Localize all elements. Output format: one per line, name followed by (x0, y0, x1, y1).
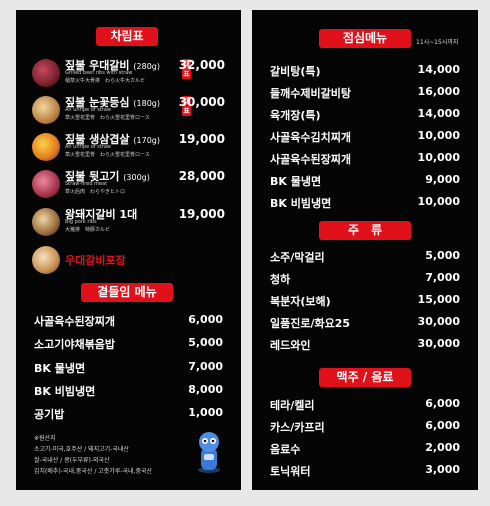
lunch-item-price: 14,000 (417, 107, 460, 120)
liquor-item-name: 일품진로/화요25 (270, 317, 351, 330)
beer-item-price: 2,000 (425, 441, 460, 454)
item-english: An unripe of straw (65, 107, 111, 113)
liquor-item-name: 청하 (270, 273, 291, 286)
liquor-item-price: 30,000 (417, 337, 460, 350)
packaging-item[interactable]: 우대갈비포장 (16, 244, 241, 278)
origin-line: 소고기-미국,호주산 / 돼지고기-국내산 (34, 446, 129, 453)
lunch-item-name: 사골육수된장찌개 (270, 153, 351, 166)
liquor-item-name: 레드와인 (270, 339, 311, 352)
lunch-item-name: BK 물냉면 (270, 175, 322, 188)
lunch-item-name: 들깨수제비갈비탕 (270, 87, 351, 100)
beer-title: 맥주 / 음료 (319, 368, 411, 387)
packaging-label: 우대갈비포장 (65, 254, 126, 267)
beer-item-price: 6,000 (425, 419, 460, 432)
menu-item[interactable]: 짚불 우대갈비 (280g) Grilled beef ribs with st… (16, 57, 241, 91)
item-price: 32,000 (178, 58, 225, 72)
liquor-item-price: 30,000 (417, 315, 460, 328)
liquor-title: 주 류 (319, 221, 411, 240)
side-item-price: 8,000 (188, 383, 223, 396)
liquor-item-price: 7,000 (425, 271, 460, 284)
item-weight: (300g) (123, 173, 150, 182)
side-item-price: 7,000 (188, 360, 223, 373)
liquor-item-name: 복분자(보해) (270, 295, 331, 308)
item-english: Straw-fired meat (65, 181, 108, 187)
lunch-item-name: 육개장(특) (270, 109, 321, 122)
item-price: 19,000 (178, 207, 225, 221)
lunch-item-price: 9,000 (425, 173, 460, 186)
lunch-drinks-panel: 점심메뉴 11시~15시까지 갈비탕(특) 14,000 들깨수제비갈비탕 16… (252, 10, 478, 490)
item-english: Grilled beef ribs with straw (65, 70, 133, 76)
lunch-item-price: 10,000 (417, 195, 460, 208)
item-english: Big pork ribs (65, 219, 97, 225)
side-menu-title: 곁들임 메뉴 (81, 283, 173, 302)
side-item-name: BK 물냉면 (34, 362, 86, 375)
beer-item-name: 토닉워터 (270, 465, 311, 478)
packaging-photo (32, 246, 60, 274)
origin-line: 쌀-국내산 / 콩(두부류)-외국산 (34, 457, 110, 464)
origin-line: 김치(배추)-국내,중국산 / 고춧가루-국내,중국산 (34, 468, 153, 475)
beer-item-name: 음료수 (270, 443, 301, 456)
menu-item[interactable]: 짚불 눈꽃등심 (180g) An unripe of straw 草火雪花里脊… (16, 94, 241, 128)
side-item-name: BK 비빔냉면 (34, 385, 96, 398)
item-foreign: 草火雪花里脊 わら火雪花里脊ロース (65, 115, 150, 121)
liquor-item-name: 소주/막걸리 (270, 251, 325, 264)
beer-item-price: 6,000 (425, 397, 460, 410)
side-item-name: 소고기야채볶음밥 (34, 338, 115, 351)
item-weight: (180g) (133, 99, 160, 108)
side-item-price: 6,000 (188, 313, 223, 326)
liquor-item-price: 15,000 (417, 293, 460, 306)
lunch-hours: 11시~15시까지 (416, 39, 459, 46)
item-foreign: 大猪排 特豚カルビ (65, 227, 111, 233)
side-item-price: 1,000 (188, 406, 223, 419)
item-foreign: 草火后肉 わらやきヒトロ (65, 189, 126, 195)
side-item-name: 사골육수된장찌개 (34, 315, 115, 328)
pork-ribs-photo (32, 208, 60, 236)
side-item-price: 5,000 (188, 336, 223, 349)
lunch-title: 점심메뉴 (319, 29, 411, 48)
lunch-item-price: 10,000 (417, 151, 460, 164)
mascot-icon (196, 430, 222, 474)
item-price: 19,000 (178, 132, 225, 146)
liquor-item-price: 5,000 (425, 249, 460, 262)
beer-item-price: 3,000 (425, 463, 460, 476)
side-item-name: 공기밥 (34, 408, 65, 421)
lunch-item-name: 갈비탕(특) (270, 65, 321, 78)
item-price: 30,000 (178, 95, 225, 109)
menu-item[interactable]: 왕돼지갈비 1대 Big pork ribs 大猪排 特豚カルビ 19,000 (16, 206, 241, 240)
menu-title: 차림표 (96, 27, 158, 46)
beer-item-name: 카스/카프리 (270, 421, 325, 434)
lunch-item-price: 16,000 (417, 85, 460, 98)
beef-ribs-photo (32, 59, 60, 87)
item-foreign: 草火雪花里脊 わら火雪花里脊ロース (65, 152, 150, 158)
back-meat-photo (32, 170, 60, 198)
sirloin-photo (32, 96, 60, 124)
lunch-item-name: BK 비빔냉면 (270, 197, 332, 210)
menu-item[interactable]: 짚불 뒷고기 (300g) Straw-fired meat 草火后肉 わらやき… (16, 168, 241, 202)
menu-item[interactable]: 짚불 생삼겹살 (170g) An unripe of straw 草火雪花里脊… (16, 131, 241, 165)
item-foreign: 稲草火牛大骨排 わら火牛大カルビ (65, 78, 146, 84)
item-weight: (170g) (133, 136, 160, 145)
lunch-item-name: 사골육수김치찌개 (270, 131, 351, 144)
lunch-item-price: 14,000 (417, 63, 460, 76)
item-weight: (280g) (133, 62, 160, 71)
lunch-item-price: 10,000 (417, 129, 460, 142)
origin-heading: ※원산지 (34, 435, 56, 442)
beer-item-name: 테라/켈리 (270, 399, 315, 412)
item-english: An unripe of straw (65, 144, 111, 150)
pork-belly-photo (32, 133, 60, 161)
item-price: 28,000 (178, 169, 225, 183)
main-menu-panel: 차림표 짚불 우대갈비 (280g) Grilled beef ribs wit… (16, 10, 241, 490)
